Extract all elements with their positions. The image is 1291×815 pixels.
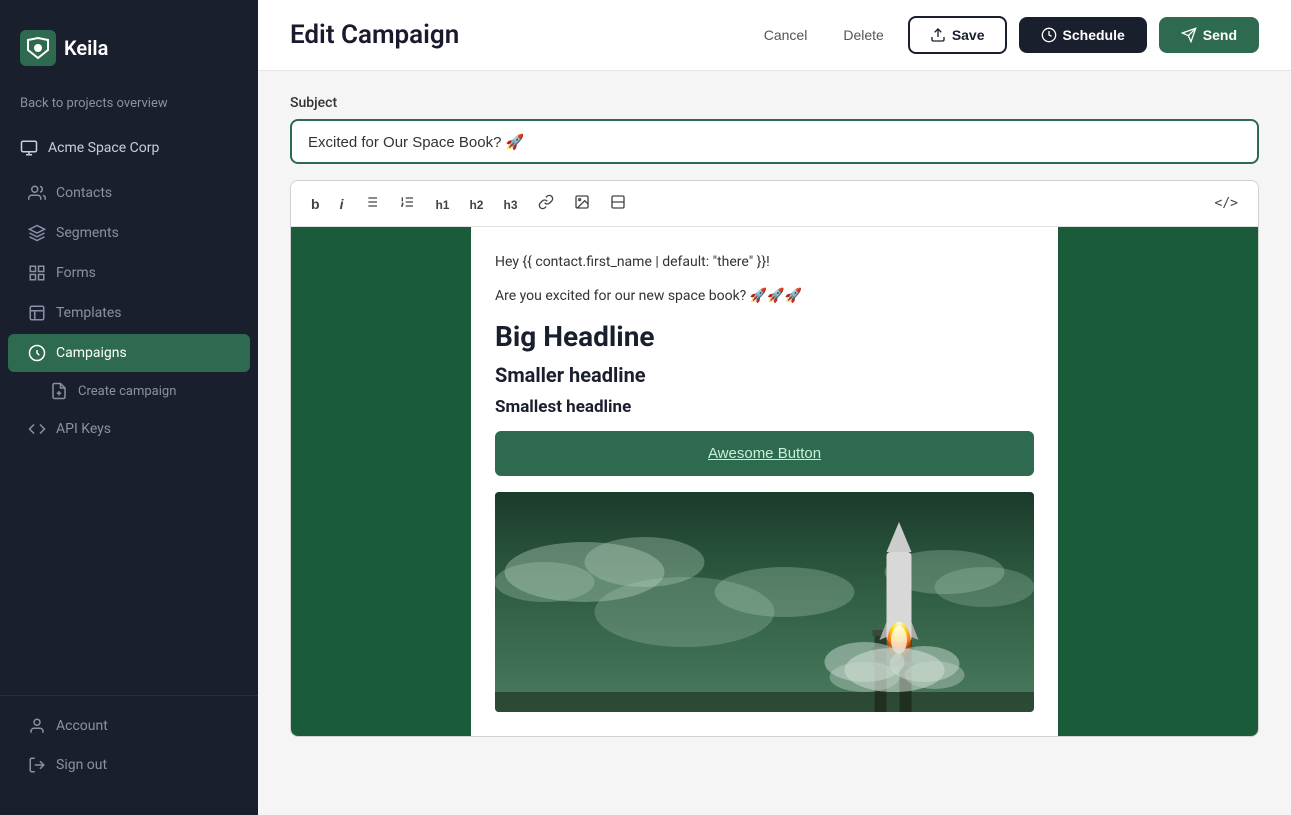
h2-button[interactable]: h2: [461, 191, 491, 217]
bold-button[interactable]: b: [303, 191, 328, 217]
templates-icon: [28, 304, 46, 322]
logo-icon: [20, 30, 56, 66]
project-name: Acme Space Corp: [48, 140, 159, 156]
contacts-label: Contacts: [56, 185, 112, 201]
topbar: Edit Campaign Cancel Delete Save Schedul…: [258, 0, 1291, 71]
segments-label: Segments: [56, 225, 119, 241]
unordered-list-button[interactable]: [355, 189, 387, 218]
contacts-icon: [28, 184, 46, 202]
email-h3: Smallest headline: [495, 397, 1034, 417]
sidebar-item-account[interactable]: Account: [8, 707, 250, 745]
sidebar-item-templates[interactable]: Templates: [8, 294, 250, 332]
sidebar-item-sign-out[interactable]: Sign out: [8, 746, 250, 784]
schedule-icon: [1041, 27, 1057, 43]
h3-button[interactable]: h3: [495, 191, 525, 217]
sign-out-icon: [28, 756, 46, 774]
save-icon: [930, 27, 946, 43]
sidebar-bottom: Account Sign out: [0, 695, 258, 795]
create-campaign-label: Create campaign: [78, 384, 176, 399]
rte-right-margin: [1058, 227, 1258, 736]
save-label: Save: [952, 27, 985, 43]
account-label: Account: [56, 718, 108, 734]
code-button[interactable]: </>: [1207, 191, 1246, 216]
italic-button[interactable]: i: [332, 191, 352, 217]
logo: Keila: [0, 20, 258, 96]
cancel-button[interactable]: Cancel: [752, 19, 820, 51]
page-title: Edit Campaign: [290, 20, 459, 50]
subject-label: Subject: [290, 95, 1259, 111]
api-keys-icon: [28, 420, 46, 438]
forms-icon: [28, 264, 46, 282]
rte-toolbar: b i h1 h2 h3 </: [291, 181, 1258, 227]
sidebar-item-create-campaign[interactable]: Create campaign: [8, 374, 250, 408]
email-greeting: Hey {{ contact.first_name | default: "th…: [495, 251, 1034, 273]
image-button[interactable]: [566, 189, 598, 218]
h1-button[interactable]: h1: [427, 191, 457, 217]
email-image: [495, 492, 1034, 712]
templates-label: Templates: [56, 305, 122, 321]
project-item[interactable]: Acme Space Corp: [0, 131, 258, 165]
rte-body[interactable]: Hey {{ contact.first_name | default: "th…: [471, 227, 1058, 736]
schedule-button[interactable]: Schedule: [1019, 17, 1147, 53]
subject-input[interactable]: [290, 119, 1259, 164]
app-name: Keila: [64, 36, 108, 60]
divider-button[interactable]: [602, 189, 634, 218]
link-icon: [538, 194, 554, 210]
ol-icon: [399, 194, 415, 210]
save-button[interactable]: Save: [908, 16, 1007, 54]
topbar-actions: Cancel Delete Save Schedule Send: [752, 16, 1259, 54]
schedule-label: Schedule: [1063, 27, 1125, 43]
divider-icon: [610, 194, 626, 210]
sidebar-item-campaigns[interactable]: Campaigns: [8, 334, 250, 372]
forms-label: Forms: [56, 265, 96, 281]
campaigns-icon: [28, 344, 46, 362]
rte-container: b i h1 h2 h3 </: [290, 180, 1259, 737]
campaigns-label: Campaigns: [56, 345, 127, 361]
rte-left-margin: [291, 227, 471, 736]
delete-button[interactable]: Delete: [831, 19, 895, 51]
monitor-icon: [20, 139, 38, 157]
create-campaign-icon: [50, 382, 68, 400]
editor-area: Subject b i h1 h2 h3: [258, 71, 1291, 815]
sidebar-item-contacts[interactable]: Contacts: [8, 174, 250, 212]
segments-icon: [28, 224, 46, 242]
back-to-projects[interactable]: Back to projects overview: [0, 96, 258, 131]
sidebar-nav: Contacts Segments Forms Templates Campai: [0, 173, 258, 685]
subject-section: Subject: [290, 95, 1259, 164]
image-icon: [574, 194, 590, 210]
email-cta-button[interactable]: Awesome Button: [495, 431, 1034, 476]
send-icon: [1181, 27, 1197, 43]
email-h2: Smaller headline: [495, 363, 1034, 387]
send-label: Send: [1203, 27, 1237, 43]
ordered-list-button[interactable]: [391, 189, 423, 218]
sign-out-label: Sign out: [56, 757, 107, 773]
link-button[interactable]: [530, 189, 562, 218]
sidebar-item-api-keys[interactable]: API Keys: [8, 410, 250, 448]
api-keys-label: API Keys: [56, 421, 111, 437]
send-button[interactable]: Send: [1159, 17, 1259, 53]
email-body-text: Are you excited for our new space book? …: [495, 285, 1034, 307]
rocket-launch-svg: [495, 492, 1034, 712]
sidebar-item-segments[interactable]: Segments: [8, 214, 250, 252]
rte-content: Hey {{ contact.first_name | default: "th…: [291, 227, 1258, 736]
email-h1: Big Headline: [495, 320, 1034, 353]
main-content: Edit Campaign Cancel Delete Save Schedul…: [258, 0, 1291, 815]
account-icon: [28, 717, 46, 735]
sidebar: Keila Back to projects overview Acme Spa…: [0, 0, 258, 815]
ul-icon: [363, 194, 379, 210]
sidebar-item-forms[interactable]: Forms: [8, 254, 250, 292]
